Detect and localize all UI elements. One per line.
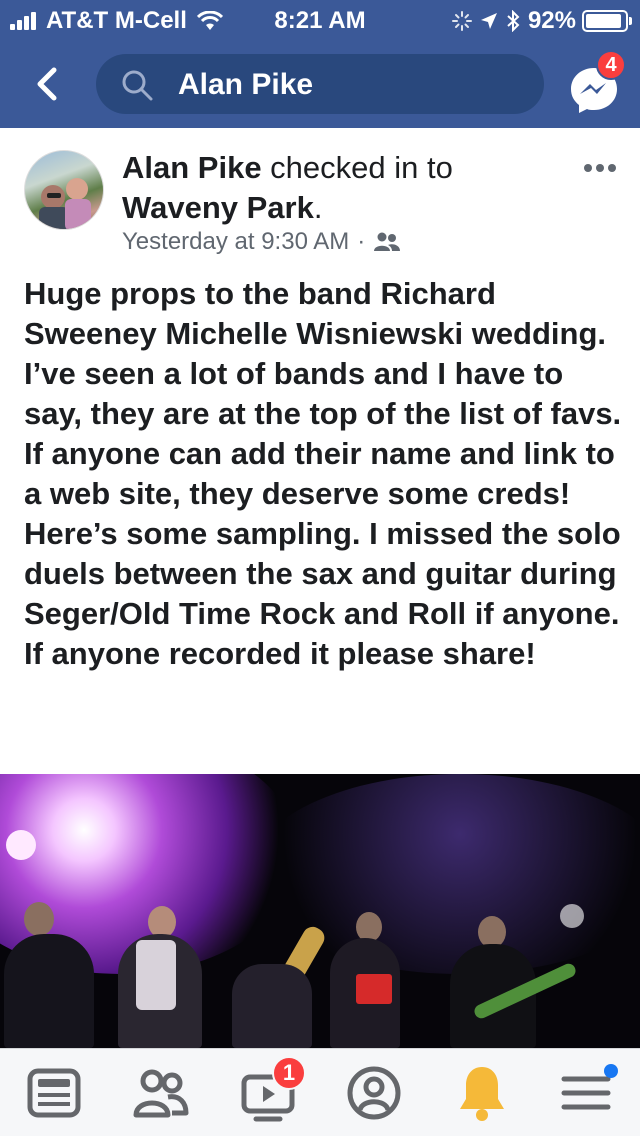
location-arrow-icon: [480, 13, 497, 29]
battery-icon: [582, 10, 632, 32]
search-icon: [122, 70, 153, 101]
news-feed-icon: [27, 1068, 81, 1118]
music-stand: [356, 974, 392, 1004]
band-member: [4, 934, 94, 1048]
battery-percent: 92%: [527, 7, 576, 34]
post-body: Huge props to the band Richard Sweeney M…: [24, 274, 624, 674]
tab-news-feed[interactable]: [22, 1061, 86, 1125]
status-right: 92%: [444, 7, 632, 35]
tab-profile[interactable]: [342, 1061, 406, 1125]
tagged-person[interactable]: Michelle Wisniewski: [165, 316, 463, 351]
post-text-part2: wedding. I’ve seen a lot of bands and I …: [24, 316, 622, 671]
post-meta: Yesterday at 9:30 AM ·: [122, 228, 401, 256]
back-icon[interactable]: [28, 64, 68, 104]
top-bar: AT&T M-Cell 8:21 AM 92% Alan Pike 4: [0, 0, 640, 128]
nav-row: Alan Pike 4: [0, 50, 640, 120]
meta-separator: ·: [357, 228, 366, 255]
status-bar: AT&T M-Cell 8:21 AM 92%: [0, 0, 640, 40]
search-input[interactable]: Alan Pike: [96, 54, 544, 114]
bluetooth-icon: [507, 10, 520, 32]
place-name[interactable]: Waveny Park: [122, 190, 314, 225]
checkin-action: checked in to: [261, 150, 453, 185]
place-suffix: .: [313, 190, 323, 225]
avatar-photo: [39, 178, 91, 229]
profile-icon: [347, 1066, 401, 1120]
friends-audience-icon: [374, 232, 401, 251]
friends-icon: [133, 1069, 189, 1118]
tab-notifications[interactable]: [450, 1061, 514, 1125]
search-query: Alan Pike: [178, 68, 314, 101]
band-member-head: [24, 902, 54, 936]
stage-spotlight: [560, 904, 584, 928]
band-member-shirt: [136, 940, 176, 1010]
stage-spotlight: [6, 830, 36, 860]
watch-badge: 1: [272, 1056, 306, 1090]
post-header-text: Alan Pike checked in to Waveny Park.: [122, 148, 562, 228]
post-timestamp[interactable]: Yesterday at 9:30 AM: [122, 228, 349, 256]
author-avatar[interactable]: [24, 150, 104, 230]
bottom-tab-bar: [0, 1048, 640, 1136]
menu-notification-dot: [604, 1064, 618, 1078]
activity-spinner-icon: [451, 11, 472, 31]
drum-kit: [232, 964, 312, 1048]
tab-friends[interactable]: [128, 1061, 192, 1125]
post-video[interactable]: [0, 774, 640, 1048]
messenger-badge: 4: [596, 50, 626, 80]
more-options-icon[interactable]: [582, 158, 618, 178]
notifications-icon: [460, 1067, 504, 1121]
author-name[interactable]: Alan Pike: [122, 150, 262, 185]
